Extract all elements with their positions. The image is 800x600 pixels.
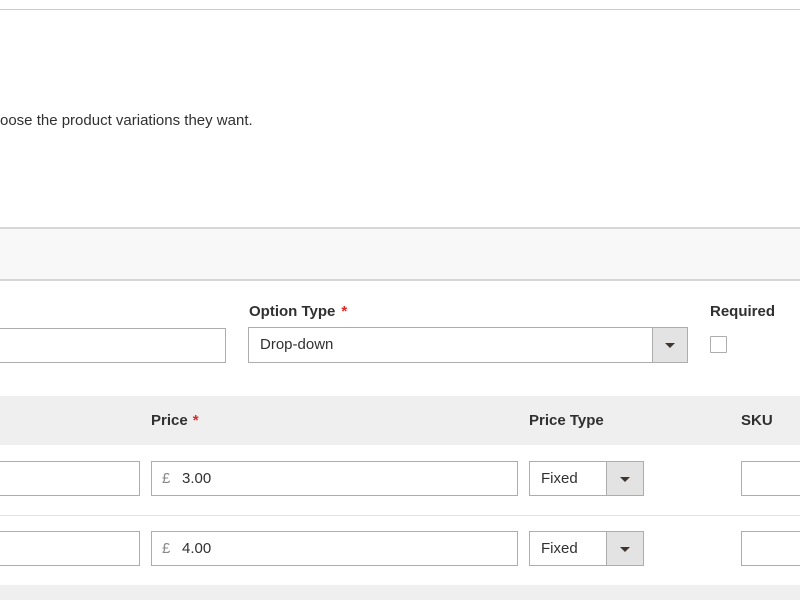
sku-input[interactable] xyxy=(741,531,800,566)
option-type-dropdown-button[interactable] xyxy=(652,328,687,362)
chevron-down-icon xyxy=(620,546,630,552)
divider xyxy=(0,9,800,10)
price-input[interactable]: £ 4.00 xyxy=(151,531,518,566)
price-type-value: Fixed xyxy=(541,540,578,557)
option-header-bar xyxy=(0,227,800,281)
option-title-input[interactable] xyxy=(0,328,226,363)
currency-symbol: £ xyxy=(162,470,171,487)
required-asterisk: * xyxy=(192,412,199,429)
values-grid-header: Price * Price Type SKU xyxy=(0,396,800,445)
price-value: 3.00 xyxy=(182,470,212,487)
chevron-down-icon xyxy=(620,476,630,482)
value-title-input[interactable] xyxy=(0,531,140,566)
price-type-select[interactable]: Fixed xyxy=(529,461,644,496)
price-type-dropdown-button[interactable] xyxy=(606,532,643,565)
price-value: 4.00 xyxy=(182,540,212,557)
option-type-select[interactable]: Drop-down xyxy=(248,327,688,363)
required-checkbox[interactable] xyxy=(710,336,727,353)
options-intro-section: oose the product variations they want. xyxy=(0,0,800,228)
sku-column-header: SKU xyxy=(741,412,773,429)
price-input[interactable]: £ 3.00 xyxy=(151,461,518,496)
required-label: Required xyxy=(710,303,776,320)
price-type-dropdown-button[interactable] xyxy=(606,462,643,495)
price-type-select[interactable]: Fixed xyxy=(529,531,644,566)
price-type-column-header: Price Type xyxy=(529,412,604,429)
table-row: £ 4.00 Fixed xyxy=(0,515,800,585)
option-type-value: Drop-down xyxy=(260,336,334,353)
table-row: £ 3.00 Fixed xyxy=(0,445,800,515)
price-header-text: Price xyxy=(151,412,188,429)
price-type-value: Fixed xyxy=(541,470,578,487)
options-description: oose the product variations they want. xyxy=(0,112,253,129)
price-column-header: Price * xyxy=(151,412,199,429)
option-type-label: Option Type * xyxy=(249,303,347,320)
chevron-down-icon xyxy=(665,343,675,348)
grid-footer xyxy=(0,585,800,600)
value-title-input[interactable] xyxy=(0,461,140,496)
currency-symbol: £ xyxy=(162,540,171,557)
option-type-label-text: Option Type xyxy=(249,303,336,320)
required-asterisk: * xyxy=(341,303,348,320)
sku-input[interactable] xyxy=(741,461,800,496)
